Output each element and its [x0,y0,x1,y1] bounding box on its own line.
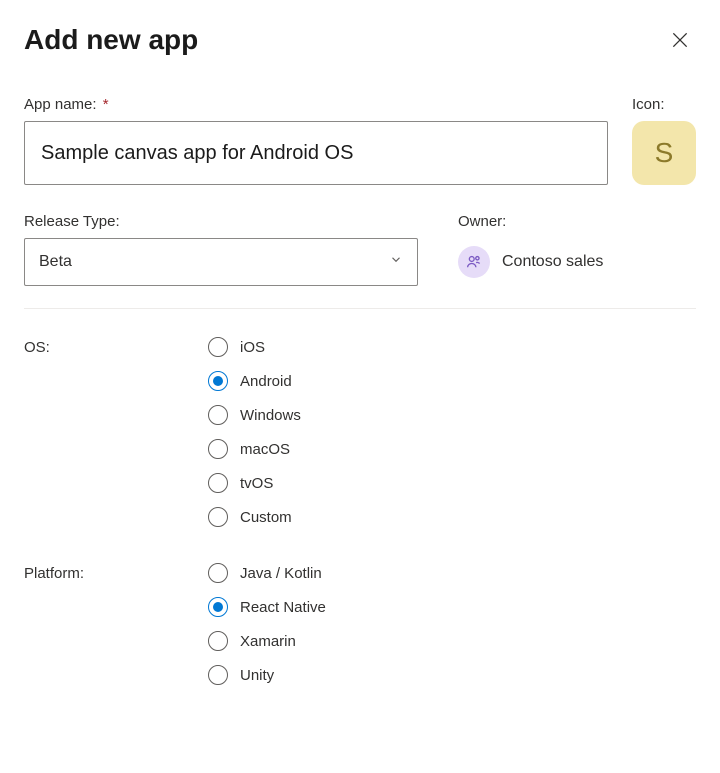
section-divider [24,308,696,309]
owner-display[interactable]: Contoso sales [458,238,603,286]
radio-icon [208,631,228,651]
radio-icon [208,665,228,685]
radio-icon [208,473,228,493]
owner-avatar [458,246,490,278]
app-name-input[interactable] [24,121,608,185]
radio-icon [208,337,228,357]
platform-radio-group: Java / Kotlin React Native Xamarin Unity [208,563,326,685]
radio-label: Xamarin [240,633,296,650]
radio-label: Unity [240,667,274,684]
radio-label: Windows [240,407,301,424]
os-option-tvos[interactable]: tvOS [208,473,301,493]
radio-label: React Native [240,599,326,616]
radio-icon [208,597,228,617]
platform-option-java-kotlin[interactable]: Java / Kotlin [208,563,326,583]
required-indicator: * [103,96,109,113]
os-option-windows[interactable]: Windows [208,405,301,425]
app-icon-tile[interactable]: S [632,121,696,185]
platform-option-xamarin[interactable]: Xamarin [208,631,326,651]
dialog-title: Add new app [24,24,198,56]
release-type-value: Beta [39,253,72,271]
os-label: OS: [24,337,208,527]
release-type-label: Release Type: [24,213,418,230]
radio-label: tvOS [240,475,273,492]
app-icon-letter: S [655,137,674,169]
platform-label: Platform: [24,563,208,685]
radio-icon [208,371,228,391]
radio-icon [208,405,228,425]
platform-option-react-native[interactable]: React Native [208,597,326,617]
radio-label: Custom [240,509,292,526]
release-type-select[interactable]: Beta [24,238,418,286]
owner-label: Owner: [458,213,603,230]
owner-name: Contoso sales [502,253,603,271]
radio-label: Java / Kotlin [240,565,322,582]
close-button[interactable] [664,24,696,56]
radio-label: iOS [240,339,265,356]
radio-label: macOS [240,441,290,458]
radio-icon [208,439,228,459]
icon-label: Icon: [632,96,696,113]
radio-icon [208,507,228,527]
os-option-ios[interactable]: iOS [208,337,301,357]
os-option-android[interactable]: Android [208,371,301,391]
app-name-label: App name: * [24,96,608,113]
os-option-macos[interactable]: macOS [208,439,301,459]
radio-icon [208,563,228,583]
platform-option-unity[interactable]: Unity [208,665,326,685]
people-icon [465,253,483,271]
os-radio-group: iOS Android Windows macOS tvOS Custom [208,337,301,527]
close-icon [670,30,690,50]
radio-label: Android [240,373,292,390]
chevron-down-icon [389,253,403,272]
os-option-custom[interactable]: Custom [208,507,301,527]
